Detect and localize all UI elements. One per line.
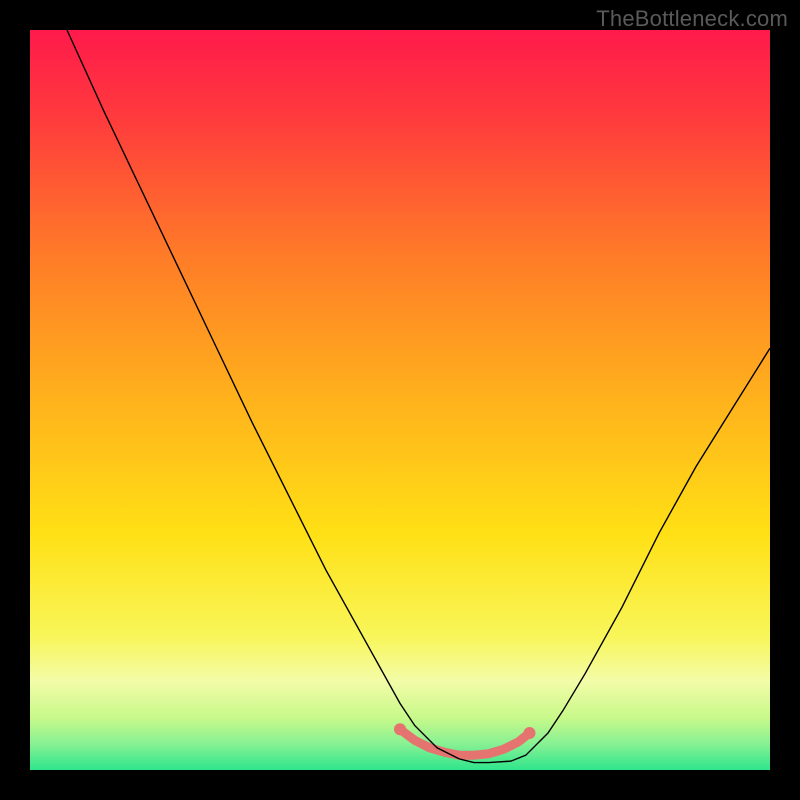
valley-dot-1 [394,723,406,735]
gradient-background [30,30,770,770]
watermark-text: TheBottleneck.com [596,6,788,32]
valley-dot-2 [524,727,536,739]
chart-svg [30,30,770,770]
chart-plot-area [30,30,770,770]
chart-frame: TheBottleneck.com [0,0,800,800]
